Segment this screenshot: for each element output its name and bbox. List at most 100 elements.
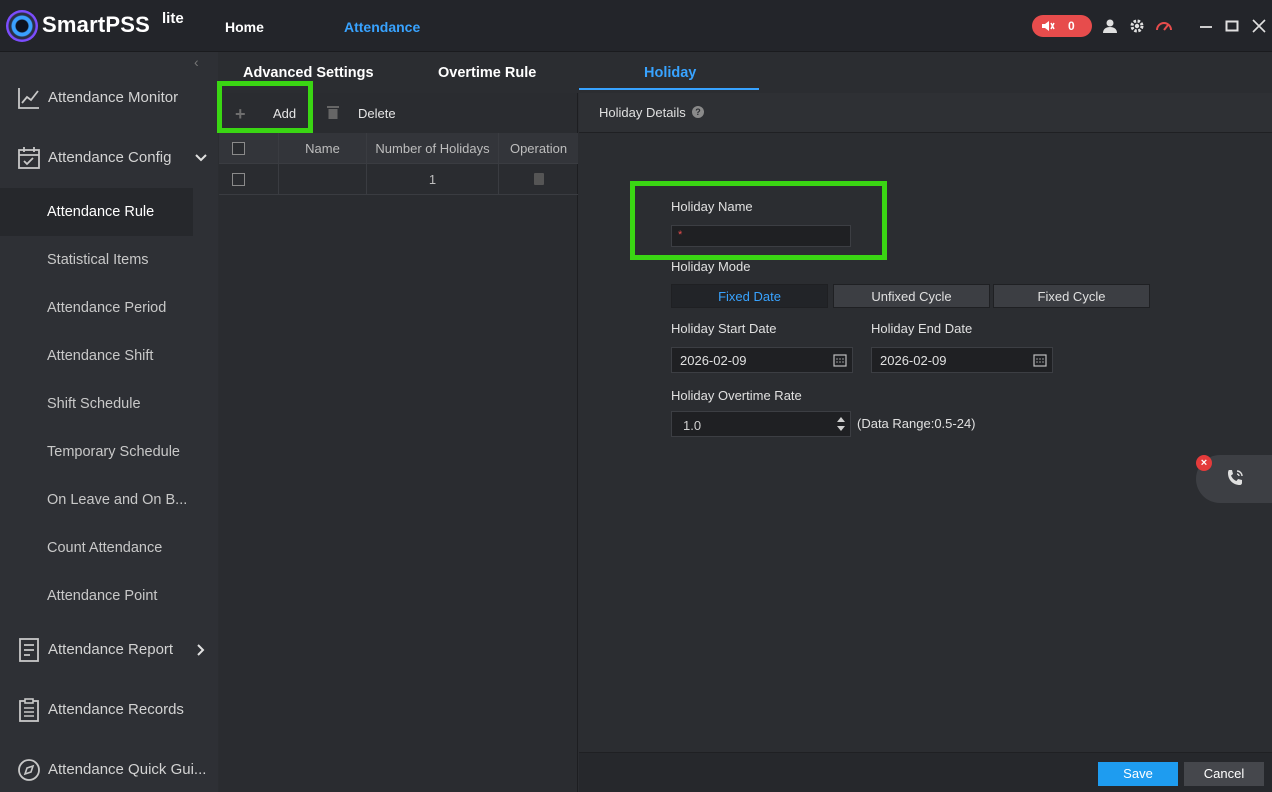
chevron-down-icon [195, 154, 207, 162]
column-header-operation: Operation [509, 141, 568, 156]
speaker-icon [1042, 21, 1055, 31]
performance-gauge-icon[interactable] [1155, 17, 1173, 35]
select-all-checkbox[interactable] [232, 142, 245, 155]
plus-icon: + [235, 104, 246, 124]
sidebar-item-label: Attendance Point [47, 588, 158, 604]
maximize-icon[interactable] [1223, 17, 1241, 35]
sidebar-item-on-leave[interactable]: On Leave and On B... [0, 476, 193, 524]
calendar-check-icon [18, 147, 40, 169]
gear-icon[interactable] [1128, 17, 1146, 35]
list-toolbar: + Add Delete [219, 93, 578, 133]
sidebar-item-statistical-items[interactable]: Statistical Items [0, 236, 193, 284]
cancel-button[interactable]: Cancel [1184, 762, 1264, 786]
sidebar-item-attendance-point[interactable]: Attendance Point [0, 572, 193, 620]
help-icon[interactable]: ? [692, 106, 704, 118]
table-row[interactable]: 1 [219, 164, 578, 195]
sidebar-item-label: Count Attendance [47, 540, 163, 556]
row-name [279, 164, 367, 195]
details-header: Holiday Details ? [579, 93, 1272, 133]
report-icon [19, 638, 39, 662]
sidebar-group-label: Attendance Config [48, 149, 172, 166]
sidebar-item-label: On Leave and On B... [47, 492, 188, 508]
chart-line-icon [18, 88, 39, 109]
delete-button[interactable]: Delete [319, 93, 409, 133]
clipboard-icon [19, 698, 39, 722]
holiday-table: Name Number of Holidays Operation 1 [219, 133, 578, 195]
holiday-name-input[interactable]: * [671, 225, 851, 247]
overtime-rate-range-hint: (Data Range:0.5-24) [857, 416, 976, 431]
add-button[interactable]: + Add [219, 93, 311, 133]
sidebar-item-label: Attendance Shift [47, 348, 154, 364]
trash-icon [327, 106, 339, 119]
sidebar-item-count-attendance[interactable]: Count Attendance [0, 524, 193, 572]
sidebar-item-label: Temporary Schedule [47, 444, 180, 460]
holiday-mode-selector: Fixed Date Unfixed Cycle Fixed Cycle [671, 284, 1151, 308]
holiday-start-date-input[interactable]: 2026-02-09 [671, 347, 853, 373]
holiday-overtime-rate-input[interactable]: 1.0 [671, 411, 851, 437]
alarm-badge[interactable]: 0 [1032, 15, 1092, 37]
row-select-cell [219, 164, 279, 195]
holiday-overtime-rate-label: Holiday Overtime Rate [671, 388, 802, 403]
alarm-count: 0 [1068, 19, 1075, 33]
details-footer: Save Cancel [579, 752, 1272, 792]
nav-attendance-tab[interactable]: Attendance [344, 19, 420, 35]
app-logo [6, 10, 38, 42]
sidebar-item-label: Attendance Period [47, 300, 167, 316]
column-header-number-of-holidays: Number of Holidays [367, 133, 499, 164]
nav-home-tab[interactable]: Home [225, 19, 264, 35]
sidebar-group-attendance-config[interactable]: Attendance Config [0, 138, 218, 178]
title-bar: SmartPSS lite Home Attendance 0 [0, 0, 1272, 52]
holiday-name-label: Holiday Name [671, 199, 753, 214]
overtime-rate-value: 1.0 [683, 418, 702, 433]
start-date-value: 2026-02-09 [680, 353, 747, 368]
phone-call-icon [1228, 470, 1243, 485]
row-number-of-holidays: 1 [367, 164, 499, 195]
tab-overtime-rule[interactable]: Overtime Rule [438, 65, 536, 81]
details-title: Holiday Details [599, 105, 686, 120]
row-delete-icon[interactable] [533, 173, 544, 185]
tab-holiday[interactable]: Holiday [644, 65, 696, 81]
select-all-cell [219, 133, 279, 164]
row-operation [499, 164, 578, 195]
holiday-end-date-label: Holiday End Date [871, 321, 973, 336]
mode-fixed-cycle-button[interactable]: Fixed Cycle [993, 284, 1150, 308]
sidebar-item-temporary-schedule[interactable]: Temporary Schedule [0, 428, 193, 476]
sidebar-item-label: Shift Schedule [47, 396, 141, 412]
sidebar-group-label: Attendance Monitor [48, 89, 179, 106]
spinner-arrows-icon[interactable] [836, 415, 846, 433]
call-widget-close-icon[interactable]: × [1196, 455, 1212, 471]
sidebar-group-attendance-monitor[interactable]: Attendance Monitor [0, 78, 218, 118]
app-brand: SmartPSS [42, 12, 150, 37]
holiday-start-date-label: Holiday Start Date [671, 321, 777, 336]
mode-fixed-date-button[interactable]: Fixed Date [671, 284, 828, 308]
calendar-icon[interactable] [1033, 353, 1047, 367]
sidebar-item-attendance-rule[interactable]: Attendance Rule [0, 188, 193, 236]
table-header: Name Number of Holidays Operation [219, 133, 578, 164]
settings-tabs: Advanced Settings Overtime Rule Holiday [218, 52, 1272, 92]
holiday-end-date-input[interactable]: 2026-02-09 [871, 347, 1053, 373]
compass-icon [18, 759, 40, 781]
sidebar-group-label: Attendance Report [48, 641, 174, 658]
sidebar-group-attendance-quick-guide[interactable]: Attendance Quick Gui... [0, 750, 218, 790]
minimize-icon[interactable] [1197, 17, 1215, 35]
column-header-name: Name [279, 133, 367, 164]
sidebar-group-attendance-report[interactable]: Attendance Report [0, 630, 218, 670]
save-button[interactable]: Save [1098, 762, 1178, 786]
calendar-icon[interactable] [833, 353, 847, 367]
sidebar-collapse-icon[interactable]: ‹ [194, 54, 199, 70]
user-icon[interactable] [1101, 17, 1119, 35]
delete-button-label: Delete [358, 106, 396, 121]
sidebar-item-label: Attendance Rule [47, 204, 155, 220]
chevron-right-icon [197, 644, 205, 656]
sidebar: ‹ Attendance Monitor Attendance Config A… [0, 52, 218, 792]
sidebar-item-shift-schedule[interactable]: Shift Schedule [0, 380, 193, 428]
sidebar-item-attendance-period[interactable]: Attendance Period [0, 284, 193, 332]
sidebar-group-label: Attendance Quick Gui... [48, 761, 207, 778]
holiday-details-panel: Holiday Details ? Holiday Name * Holiday… [579, 93, 1272, 792]
sidebar-group-attendance-records[interactable]: Attendance Records [0, 690, 218, 730]
tab-advanced-settings[interactable]: Advanced Settings [243, 65, 374, 81]
mode-unfixed-cycle-button[interactable]: Unfixed Cycle [833, 284, 990, 308]
sidebar-item-attendance-shift[interactable]: Attendance Shift [0, 332, 193, 380]
row-checkbox[interactable] [232, 173, 245, 186]
close-icon[interactable] [1250, 17, 1268, 35]
